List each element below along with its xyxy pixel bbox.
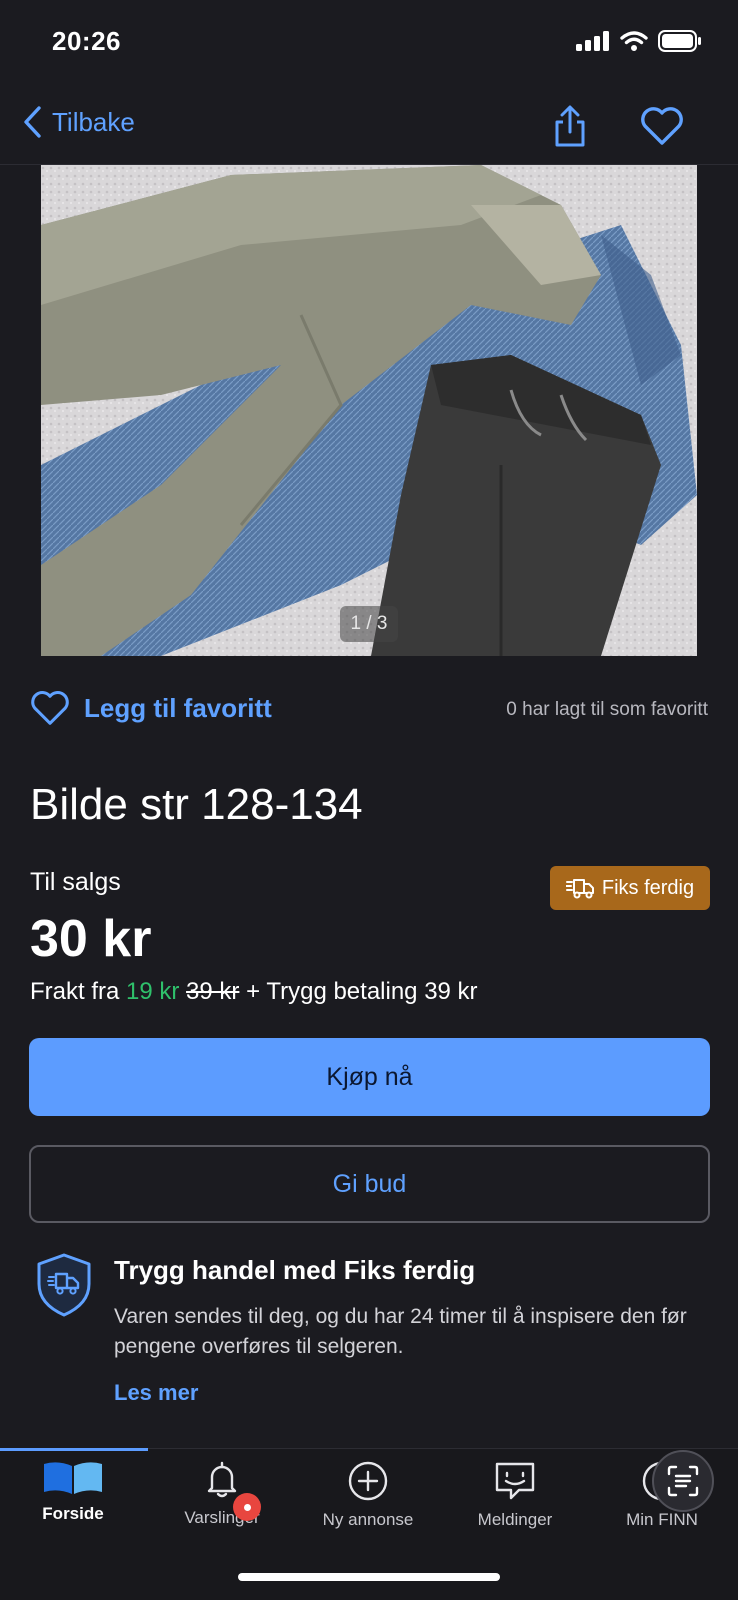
shipping-prefix: Frakt fra — [30, 978, 120, 1005]
fiks-ferdig-badge: Fiks ferdig — [550, 866, 710, 910]
shipping-old-price: 39 kr — [186, 978, 240, 1005]
status-icons — [576, 30, 702, 52]
back-button[interactable]: Tilbake — [22, 105, 135, 139]
tab-label: Meldinger — [477, 1510, 553, 1529]
favorite-count: 0 har lagt til som favoritt — [506, 699, 708, 720]
shield-truck-icon — [35, 1252, 93, 1323]
finn-home-icon — [44, 1462, 102, 1494]
favorite-nav-button[interactable] — [640, 106, 684, 151]
sale-label: Til salgs — [30, 868, 121, 896]
tab-varslinger[interactable]: Varslinger — [152, 1460, 292, 1528]
tab-forside[interactable]: Forside — [3, 1460, 143, 1524]
share-button[interactable] — [550, 104, 590, 153]
active-tab-indicator — [0, 1448, 148, 1451]
chat-icon — [495, 1462, 535, 1500]
wifi-icon — [620, 31, 648, 51]
delivery-truck-icon — [565, 879, 594, 899]
price: 30 kr — [30, 910, 152, 968]
signal-icon — [576, 31, 609, 51]
badge-label: Fiks ferdig — [601, 876, 695, 899]
notification-badge — [233, 1493, 261, 1521]
tab-label: Forside — [42, 1504, 104, 1523]
add-favorite-button[interactable]: Legg til favoritt — [30, 690, 272, 726]
battery-icon — [658, 30, 701, 52]
buy-now-button[interactable]: Kjøp nå — [29, 1038, 710, 1116]
product-image[interactable] — [41, 165, 697, 656]
safe-trade-text: Varen sendes til deg, og du har 24 timer… — [114, 1305, 687, 1358]
bell-icon — [207, 1461, 237, 1498]
shipping-price: 19 kr — [126, 978, 180, 1005]
shipping-suffix: + Trygg betaling 39 kr — [246, 978, 478, 1005]
read-more-link[interactable]: Les mer — [114, 1380, 198, 1406]
status-time: 20:26 — [52, 26, 121, 56]
listing-title: Bilde str 128-134 — [30, 780, 363, 829]
tab-ny-annonse[interactable]: Ny annonse — [298, 1460, 438, 1530]
image-pager: 1 / 3 — [340, 606, 398, 642]
tab-meldinger[interactable]: Meldinger — [445, 1460, 585, 1530]
scan-text-icon — [667, 1465, 699, 1497]
heart-icon — [641, 107, 683, 145]
chevron-left-icon — [24, 106, 41, 138]
add-favorite-label: Legg til favoritt — [84, 692, 272, 723]
back-label: Tilbake — [52, 106, 135, 137]
tab-label: Ny annonse — [322, 1510, 414, 1529]
make-bid-button[interactable]: Gi bud — [29, 1145, 710, 1223]
home-indicator — [238, 1573, 500, 1581]
tab-label: Min FINN — [626, 1510, 698, 1529]
shipping-info: Frakt fra 19 kr 39 kr + Trygg betaling 3… — [30, 978, 478, 1006]
product-photo — [41, 165, 697, 656]
scan-button[interactable] — [652, 1450, 714, 1512]
safe-trade-title: Trygg handel med Fiks ferdig — [114, 1255, 476, 1285]
plus-circle-icon — [348, 1461, 388, 1501]
share-icon — [555, 105, 585, 147]
heart-icon — [31, 691, 69, 725]
